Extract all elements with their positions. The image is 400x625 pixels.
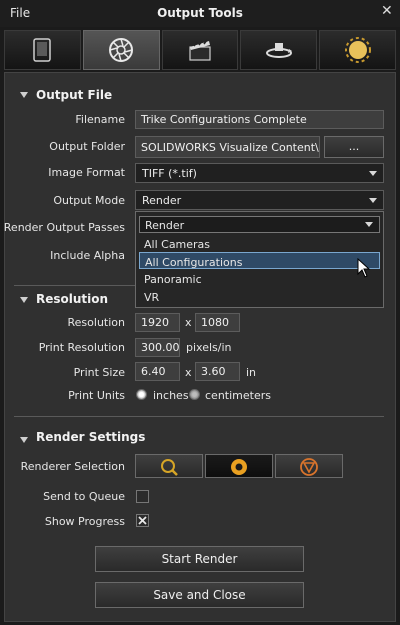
image-format-select[interactable]: TIFF (*.tif) (135, 163, 384, 183)
close-icon[interactable]: ✕ (381, 3, 393, 19)
image-format-label: Image Format (48, 166, 125, 179)
sun-icon (344, 37, 371, 63)
show-progress-checkbox[interactable] (136, 514, 149, 527)
tool-tabs (4, 30, 396, 70)
resolution-label: Resolution (67, 316, 125, 329)
output-mode-value: Render (142, 194, 182, 207)
dropdown-option-all-configurations[interactable]: All Configurations (139, 252, 380, 269)
checkmark-icon (138, 516, 147, 525)
tab-turntable-output[interactable] (240, 30, 318, 70)
tab-sunstudy-output[interactable] (319, 30, 396, 70)
clapperboard-icon (189, 39, 211, 61)
print-height-field[interactable]: 3.60 (195, 362, 240, 381)
resolution-width-field[interactable]: 1920 (135, 313, 180, 332)
start-render-button[interactable]: Start Render (95, 546, 304, 572)
dropdown-current-label: Render (145, 219, 185, 232)
turntable-icon (265, 43, 292, 58)
tablet-icon (33, 38, 52, 62)
collapse-arrow-icon[interactable] (20, 437, 28, 443)
times-symbol: x (185, 366, 192, 379)
tab-image-output[interactable] (4, 30, 81, 70)
print-resolution-label: Print Resolution (38, 341, 125, 354)
camera-aperture-icon (109, 38, 134, 62)
renderer-accurate-button[interactable] (275, 454, 343, 478)
print-resolution-unit: pixels/in (186, 341, 232, 354)
radio-inches-label: inches (153, 389, 189, 402)
send-to-queue-checkbox[interactable] (136, 490, 149, 503)
mouse-cursor-icon (357, 258, 371, 278)
times-symbol: x (185, 316, 192, 329)
show-progress-label: Show Progress (44, 515, 125, 528)
window-title: Output Tools (157, 6, 243, 20)
preview-renderer-icon (161, 459, 178, 476)
print-size-unit: in (246, 366, 257, 379)
output-mode-select[interactable]: Render (135, 190, 384, 210)
browse-button[interactable]: ... (324, 136, 384, 158)
radio-inches[interactable] (136, 389, 147, 400)
print-width-field[interactable]: 6.40 (135, 362, 180, 381)
collapse-arrow-icon[interactable] (20, 92, 28, 98)
image-format-value: TIFF (*.tif) (142, 167, 197, 180)
include-alpha-label: Include Alpha (50, 249, 125, 262)
renderer-preview-button[interactable] (135, 454, 203, 478)
print-resolution-field[interactable]: 300.00 (135, 338, 180, 357)
section-resolution: Resolution (36, 292, 109, 306)
divider (14, 416, 384, 417)
output-mode-label: Output Mode (53, 194, 125, 207)
print-size-label: Print Size (73, 366, 125, 379)
save-and-close-button[interactable]: Save and Close (95, 582, 304, 608)
tab-animation-output[interactable] (161, 30, 239, 70)
section-render-settings: Render Settings (36, 430, 146, 444)
send-to-queue-label: Send to Queue (43, 490, 125, 503)
renderer-fast-button[interactable] (205, 454, 273, 478)
resolution-height-field[interactable]: 1080 (195, 313, 240, 332)
chevron-down-icon (369, 171, 377, 176)
collapse-arrow-icon[interactable] (20, 297, 28, 303)
chevron-down-icon (369, 198, 377, 203)
render-output-passes-label: Render Output Passes (3, 221, 125, 234)
dropdown-option-vr[interactable]: VR (139, 288, 380, 305)
filename-label: Filename (75, 113, 125, 126)
output-folder-field[interactable]: SOLIDWORKS Visualize Content\Images (135, 136, 320, 158)
dropdown-option-panoramic[interactable]: Panoramic (139, 270, 380, 287)
chevron-down-icon (365, 222, 373, 227)
output-mode-dropdown: Render All Cameras All Configurations Pa… (135, 211, 384, 308)
renderer-selection-label: Renderer Selection (20, 460, 125, 473)
filename-field[interactable]: Trike Configurations Complete (135, 110, 384, 129)
print-units-label: Print Units (68, 389, 125, 402)
output-folder-label: Output Folder (49, 140, 125, 153)
fast-renderer-icon (231, 459, 247, 475)
dropdown-current-value[interactable]: Render (139, 216, 380, 233)
section-output-file: Output File (36, 88, 113, 102)
accurate-renderer-icon (300, 458, 318, 476)
radio-centimeters[interactable] (189, 389, 200, 400)
dropdown-option-all-cameras[interactable]: All Cameras (139, 235, 380, 252)
radio-centimeters-label: centimeters (205, 389, 271, 402)
tab-render-output[interactable] (82, 30, 160, 70)
